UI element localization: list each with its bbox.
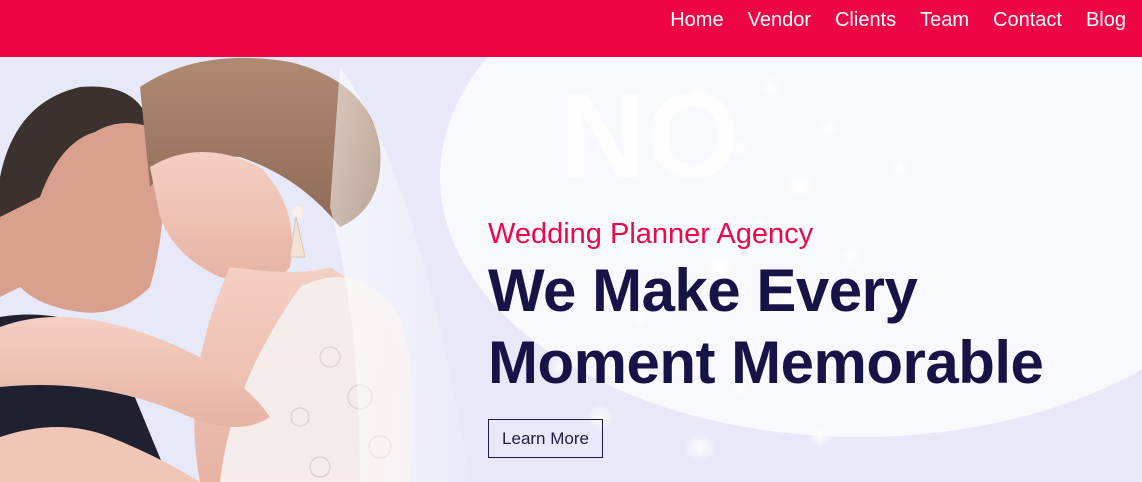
nav-home-link[interactable]: Home (670, 9, 723, 32)
hero-headline: We Make Every Moment Memorable (488, 255, 1044, 399)
page: Home Vendor Clients Team Contact Blog NO… (0, 0, 1142, 482)
hero-headline-line-1: We Make Every (488, 257, 918, 324)
nav-vendor-link[interactable]: Vendor (748, 9, 811, 32)
hero-section: NO Wedding Planner Agency We Make Every … (0, 57, 1142, 482)
background-sign-text: NO (560, 69, 740, 203)
nav-team-link[interactable]: Team (920, 9, 969, 32)
nav-blog-link[interactable]: Blog (1086, 9, 1126, 32)
nav-clients-link[interactable]: Clients (835, 9, 896, 32)
hero-kicker: Wedding Planner Agency (488, 218, 814, 250)
main-nav: Home Vendor Clients Team Contact Blog (670, 0, 1126, 40)
nav-contact-link[interactable]: Contact (993, 9, 1062, 32)
hero-headline-line-2: Moment Memorable (488, 329, 1044, 396)
learn-more-button[interactable]: Learn More (488, 419, 603, 458)
top-navigation-bar: Home Vendor Clients Team Contact Blog (0, 0, 1142, 57)
hero-content: Wedding Planner Agency We Make Every Mom… (488, 217, 1044, 458)
